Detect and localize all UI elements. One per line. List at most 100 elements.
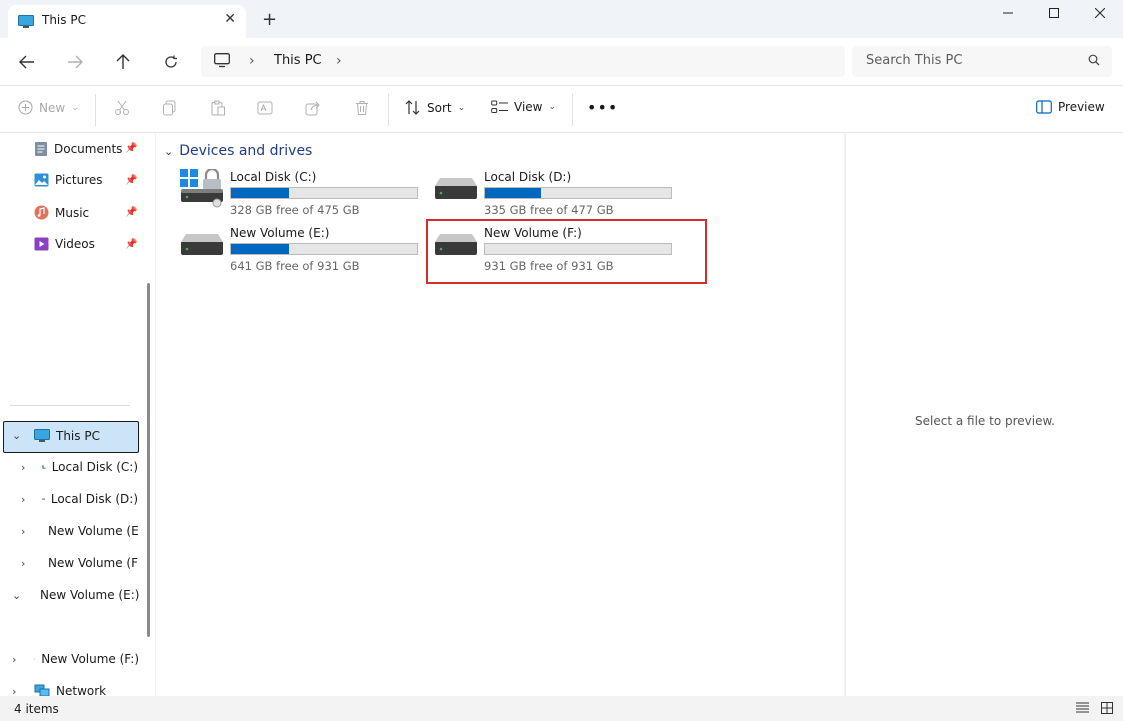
preview-label: Preview <box>1058 100 1105 114</box>
command-bar: New ⌄ Sort ⌄ View ⌄ ••• Preview <box>0 86 1123 133</box>
search-icon <box>1088 54 1100 69</box>
sort-button[interactable]: Sort ⌄ <box>405 100 465 115</box>
refresh-icon <box>165 55 177 68</box>
cut-button[interactable] <box>114 100 130 116</box>
sidebar-item-network[interactable]: Network <box>34 684 139 696</box>
rename-icon <box>257 101 273 115</box>
new-label: New <box>39 100 66 115</box>
drive-icon <box>180 231 224 262</box>
drive-icon <box>42 498 45 500</box>
sidebar-scrollbar[interactable] <box>147 283 150 637</box>
ellipsis-icon: ••• <box>587 98 619 117</box>
close-icon[interactable]: ✕ <box>224 11 236 27</box>
chevron-right-icon[interactable]: › <box>12 653 16 666</box>
preview-pane-button[interactable]: Preview <box>1036 100 1105 114</box>
share-button[interactable] <box>305 100 321 116</box>
network-icon <box>34 684 50 696</box>
chevron-right-icon[interactable]: › <box>21 525 25 538</box>
view-button[interactable]: View ⌄ <box>491 100 556 114</box>
chevron-right-icon[interactable]: › <box>12 685 16 696</box>
copy-button[interactable] <box>162 100 178 116</box>
plus-icon[interactable]: + <box>262 9 277 30</box>
rename-button[interactable] <box>257 100 273 116</box>
highlight-box <box>426 219 707 284</box>
search-input[interactable]: Search This PC <box>852 46 1112 77</box>
chevron-down-icon: ⌄ <box>164 144 174 158</box>
tiles-view-icon[interactable] <box>1101 702 1113 717</box>
new-button[interactable]: New ⌄ <box>18 100 79 115</box>
music-icon <box>34 205 49 220</box>
maximize-button[interactable] <box>1031 0 1077 26</box>
drive-item-d[interactable]: Local Disk (D:) 335 GB free of 477 GB <box>434 167 694 219</box>
item-count: 4 items <box>14 702 59 716</box>
scissors-icon <box>115 100 129 115</box>
drive-icon <box>34 658 36 660</box>
sidebar-item-this-pc[interactable]: This PC <box>34 429 134 443</box>
details-view-icon[interactable] <box>1076 702 1089 716</box>
sidebar-item-new-volume-e-root[interactable]: New Volume (E:) <box>34 588 139 602</box>
chevron-right-icon[interactable]: › <box>249 53 255 69</box>
windows-drive-icon <box>42 465 46 469</box>
refresh-button[interactable] <box>159 50 183 74</box>
paste-button[interactable] <box>210 100 226 116</box>
trash-icon <box>356 101 368 115</box>
group-header-devices[interactable]: ⌄ Devices and drives <box>164 143 312 159</box>
sidebar-item-new-volume-e[interactable]: New Volume (E:) <box>42 524 138 538</box>
sidebar-divider <box>10 405 130 406</box>
paste-icon <box>211 100 225 116</box>
chevron-down-icon: ⌄ <box>548 102 557 112</box>
capacity-bar <box>230 187 418 199</box>
windows-drive-icon <box>180 167 226 212</box>
monitor-icon <box>18 15 34 32</box>
delete-button[interactable] <box>354 100 370 116</box>
pin-icon[interactable]: 📌 <box>125 239 137 250</box>
breadcrumb-this-pc[interactable]: This PC <box>274 53 322 68</box>
chevron-down-icon: ⌄ <box>457 102 466 113</box>
status-bar: 4 items <box>0 696 1123 721</box>
search-placeholder: Search This PC <box>866 53 963 68</box>
chevron-right-icon[interactable]: › <box>336 53 342 69</box>
chevron-down-icon: ⌄ <box>71 102 79 113</box>
view-icon <box>491 100 508 113</box>
forward-button[interactable] <box>63 50 87 74</box>
capacity-bar <box>484 187 672 199</box>
sidebar-item-local-disk-d[interactable]: Local Disk (D:) <box>42 492 138 506</box>
monitor-icon <box>214 53 230 71</box>
sidebar-item-new-volume-f-root[interactable]: New Volume (F:) <box>34 652 139 666</box>
chevron-down-icon[interactable]: ⌄ <box>12 429 21 442</box>
videos-icon <box>34 237 49 251</box>
sidebar-item-local-disk-c[interactable]: Local Disk (C:) <box>42 460 138 474</box>
chevron-down-icon[interactable]: ⌄ <box>12 589 21 602</box>
preview-pane-icon <box>1036 100 1052 114</box>
chevron-right-icon[interactable]: › <box>21 493 25 506</box>
file-list: ⌄ Devices and drives Local Disk (C:) 328… <box>156 133 844 696</box>
chevron-right-icon[interactable]: › <box>21 557 25 570</box>
documents-icon <box>35 142 47 156</box>
more-options-button[interactable]: ••• <box>587 98 618 117</box>
tab-this-pc[interactable]: This PC ✕ <box>8 5 246 38</box>
arrow-right-icon <box>68 55 83 69</box>
address-bar[interactable]: › This PC › <box>201 46 845 77</box>
drive-item-c[interactable]: Local Disk (C:) 328 GB free of 475 GB <box>180 167 440 219</box>
plus-circle-icon <box>18 100 33 115</box>
tab-title: This PC <box>42 13 86 27</box>
sidebar-item-new-volume-f[interactable]: New Volume (F:) <box>42 556 138 570</box>
pin-icon[interactable]: 📌 <box>125 207 137 218</box>
preview-placeholder: Select a file to preview. <box>915 414 1055 428</box>
arrow-left-icon <box>19 55 34 69</box>
sort-icon <box>405 100 420 115</box>
up-button[interactable] <box>111 50 135 74</box>
copy-icon <box>163 100 176 116</box>
pin-icon[interactable]: 📌 <box>125 175 137 186</box>
minimize-button[interactable] <box>985 0 1031 26</box>
preview-pane: Select a file to preview. <box>845 133 1123 696</box>
chevron-right-icon[interactable]: › <box>21 461 25 474</box>
navigation-pane: Documents 📌 Pictures 📌 Music 📌 Videos 📌 … <box>0 133 155 696</box>
back-button[interactable] <box>15 50 39 74</box>
address-row: › This PC › Search This PC <box>0 38 1123 86</box>
pin-icon[interactable]: 📌 <box>125 143 137 154</box>
close-window-button[interactable] <box>1077 0 1123 26</box>
monitor-icon <box>34 429 50 442</box>
drive-item-e[interactable]: New Volume (E:) 641 GB free of 931 GB <box>180 223 440 275</box>
drive-icon <box>434 175 478 206</box>
